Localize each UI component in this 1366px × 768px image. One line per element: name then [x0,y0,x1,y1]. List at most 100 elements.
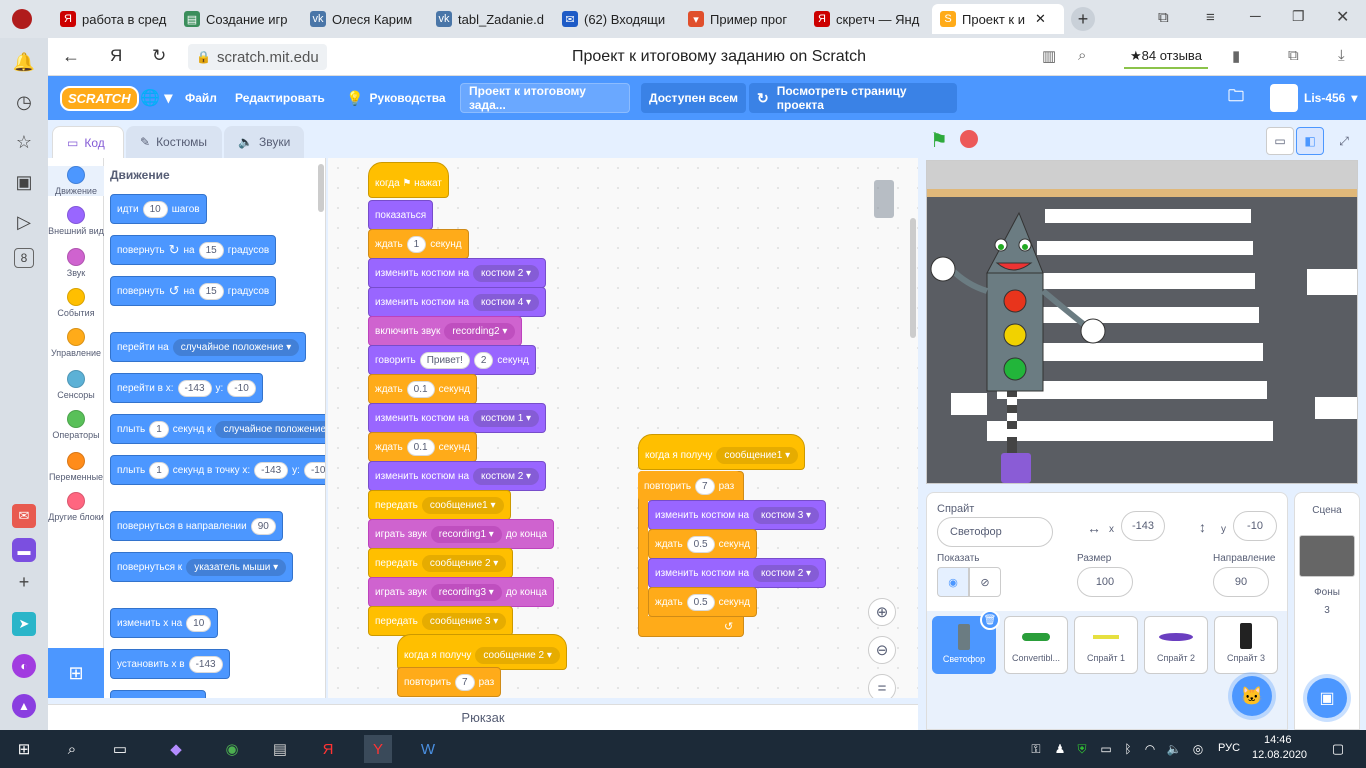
browser-tab[interactable]: ▤ Создание игр [176,4,296,34]
notifications-icon[interactable]: ▢ [1324,735,1352,763]
url-field[interactable]: 🔒 scratch.mit.edu [188,44,327,70]
wait-input[interactable]: 0.5 [686,593,715,611]
y-position-input[interactable]: -10 [1233,511,1277,541]
clock-date[interactable]: 12.08.2020 [1252,749,1307,761]
say-input[interactable]: Привет! [419,351,470,369]
small-stage-button[interactable]: ▭ [1266,127,1294,155]
block-turn-left[interactable]: повернуть ↺ на 15 градусов [110,276,277,306]
costume-dropdown[interactable]: костюм 2 ▾ [473,467,540,485]
browser-tab[interactable]: Яскретч — Янд [806,4,926,34]
costume-dropdown[interactable]: костюм 1 ▾ [473,409,540,427]
file-menu[interactable]: Файл [185,76,217,120]
category-0[interactable]: Движение [48,166,104,196]
category-4[interactable]: Управление [48,328,104,358]
block-set-x[interactable]: установить х в -143 [110,649,230,679]
block-switch-costume[interactable]: изменить костюм на костюм 4 ▾ [368,287,547,317]
alice-icon[interactable]: ◐ [12,654,36,678]
block-switch-costume[interactable]: изменить костюм на костюм 3 ▾ [648,500,827,530]
user-menu[interactable]: Lis-456 ▾ [1270,76,1357,120]
choose-sprite-button[interactable]: 🐱 [1232,676,1272,716]
sound-dropdown[interactable]: recording1 ▾ [430,525,502,543]
message-dropdown[interactable]: сообщение 2 ▾ [475,646,560,664]
fullscreen-button[interactable]: ⤢ [1330,127,1358,155]
sound-dropdown[interactable]: recording3 ▾ [430,583,502,601]
block-point-towards[interactable]: повернуться к указатель мыши ▾ [110,552,294,582]
block-glide[interactable]: плыть 1 секунд к случайное положение [110,414,325,444]
word-icon[interactable]: W [414,735,442,763]
repeat-input[interactable]: 7 [455,673,475,691]
y-input[interactable]: -10 [227,379,256,397]
traffic-light-sprite[interactable] [927,161,1358,484]
block-switch-costume[interactable]: изменить костюм на костюм 2 ▾ [368,461,547,491]
history-icon[interactable]: ◷ [12,90,36,114]
block-broadcast[interactable]: передать сообщение1 ▾ [368,490,511,520]
block-switch-costume[interactable]: изменить костюм на костюм 2 ▾ [648,558,827,588]
block-glide-xy[interactable]: плыть 1 секунд в точку х: -143 у: -10 [110,455,325,485]
category-2[interactable]: Звук [48,248,104,278]
x-position-input[interactable]: -143 [1121,511,1165,541]
star-icon[interactable]: ☆ [12,130,36,154]
save-icon[interactable]: ▤ [266,735,294,763]
block-when-flag-clicked[interactable]: когда ⚑ нажат [368,162,449,198]
browser-logo-icon[interactable] [12,9,32,29]
downloads-icon[interactable]: ≡ [1206,9,1215,26]
message-dropdown[interactable]: сообщение1 ▾ [421,496,504,514]
delete-sprite-icon[interactable]: 🗑 [980,610,1000,630]
new-tab-button[interactable]: + [1071,7,1095,31]
back-icon[interactable]: ← [62,46,80,67]
block-wait[interactable]: ждать 0.5 секунд [648,529,757,559]
block-switch-costume[interactable]: изменить костюм на костюм 2 ▾ [368,258,547,288]
minimize-icon[interactable]: ─ [1250,8,1261,25]
assistant-icon[interactable]: ▲ [12,694,36,718]
block-repeat[interactable]: повторить 7 раз [397,667,502,697]
browser-tab[interactable]: vk tabl_Zadanie.d [428,4,548,34]
stop-icon[interactable] [960,130,978,148]
sprite-thumb-convertible[interactable]: Convertibl... [1004,616,1068,674]
clock-time[interactable]: 14:46 [1264,734,1292,746]
seconds-input[interactable]: 1 [149,461,169,479]
language-indicator[interactable]: РУС [1218,742,1240,754]
costume-dropdown[interactable]: костюм 4 ▾ [473,293,540,311]
add-panel-icon[interactable]: + [12,570,36,594]
counter-icon[interactable]: 8 [14,248,34,268]
edit-menu[interactable]: Редактировать [235,76,325,120]
message-dropdown[interactable]: сообщение 2 ▾ [421,554,507,572]
download-icon[interactable]: ⤓ [1338,47,1345,64]
green-flag-icon[interactable]: ⚑ [930,128,948,153]
task-view-icon[interactable]: ▭ [106,735,134,763]
direction-input[interactable]: 90 [1213,567,1269,597]
block-point-direction[interactable]: повернуться в направлении 90 [110,511,283,541]
browser-tab[interactable]: vk Олеся Карим [302,4,422,34]
zoom-in-icon[interactable]: ⊕ [868,598,896,626]
tab-code[interactable]: ▭ Код [52,126,124,158]
project-title-input[interactable]: Проект к итоговому зада... [460,83,630,113]
yandex-icon[interactable]: Я [314,735,342,763]
search-icon[interactable]: ⌕ [58,735,86,763]
degrees-input[interactable]: 15 [198,241,224,259]
block-wait[interactable]: ждать 1 секунд [368,229,469,259]
notes-icon[interactable]: ▣ [12,170,36,194]
tab-sounds[interactable]: 🔈 Звуки [224,126,304,158]
block-switch-costume[interactable]: изменить костюм на костюм 1 ▾ [368,403,547,433]
block-start-sound[interactable]: включить звук recording2 ▾ [368,316,523,346]
category-3[interactable]: События [48,288,104,318]
category-1[interactable]: Внешний вид [48,206,104,236]
glide-dropdown[interactable]: случайное положение [215,420,325,438]
send-icon[interactable]: ➤ [12,612,36,636]
see-project-page-button[interactable]: ↻ Посмотреть страницу проекта [749,83,957,113]
wait-input[interactable]: 0.5 [686,535,715,553]
say-seconds-input[interactable]: 2 [473,351,494,369]
choose-backdrop-button[interactable]: ▣ [1307,678,1347,718]
wait-input[interactable]: 0.1 [406,438,435,456]
wait-input[interactable]: 1 [406,235,427,253]
close-window-icon[interactable]: ✕ [1336,7,1349,27]
block-repeat[interactable]: повторить 7 раз [638,471,741,501]
costume-dropdown[interactable]: костюм 2 ▾ [473,264,540,282]
block-play-sound[interactable]: играть звук recording3 ▾ до конца [368,577,554,607]
chrome-icon[interactable]: ◉ [218,735,246,763]
sprite-thumb-2[interactable]: Спрайт 2 [1144,616,1208,674]
close-tab-icon[interactable]: ✕ [1035,11,1046,27]
browser-tab[interactable]: S Проект к и ✕ [932,4,1064,34]
tutorials-menu[interactable]: 💡 Руководства [346,76,446,120]
browser-tab[interactable]: ▾ Пример прог [680,4,800,34]
